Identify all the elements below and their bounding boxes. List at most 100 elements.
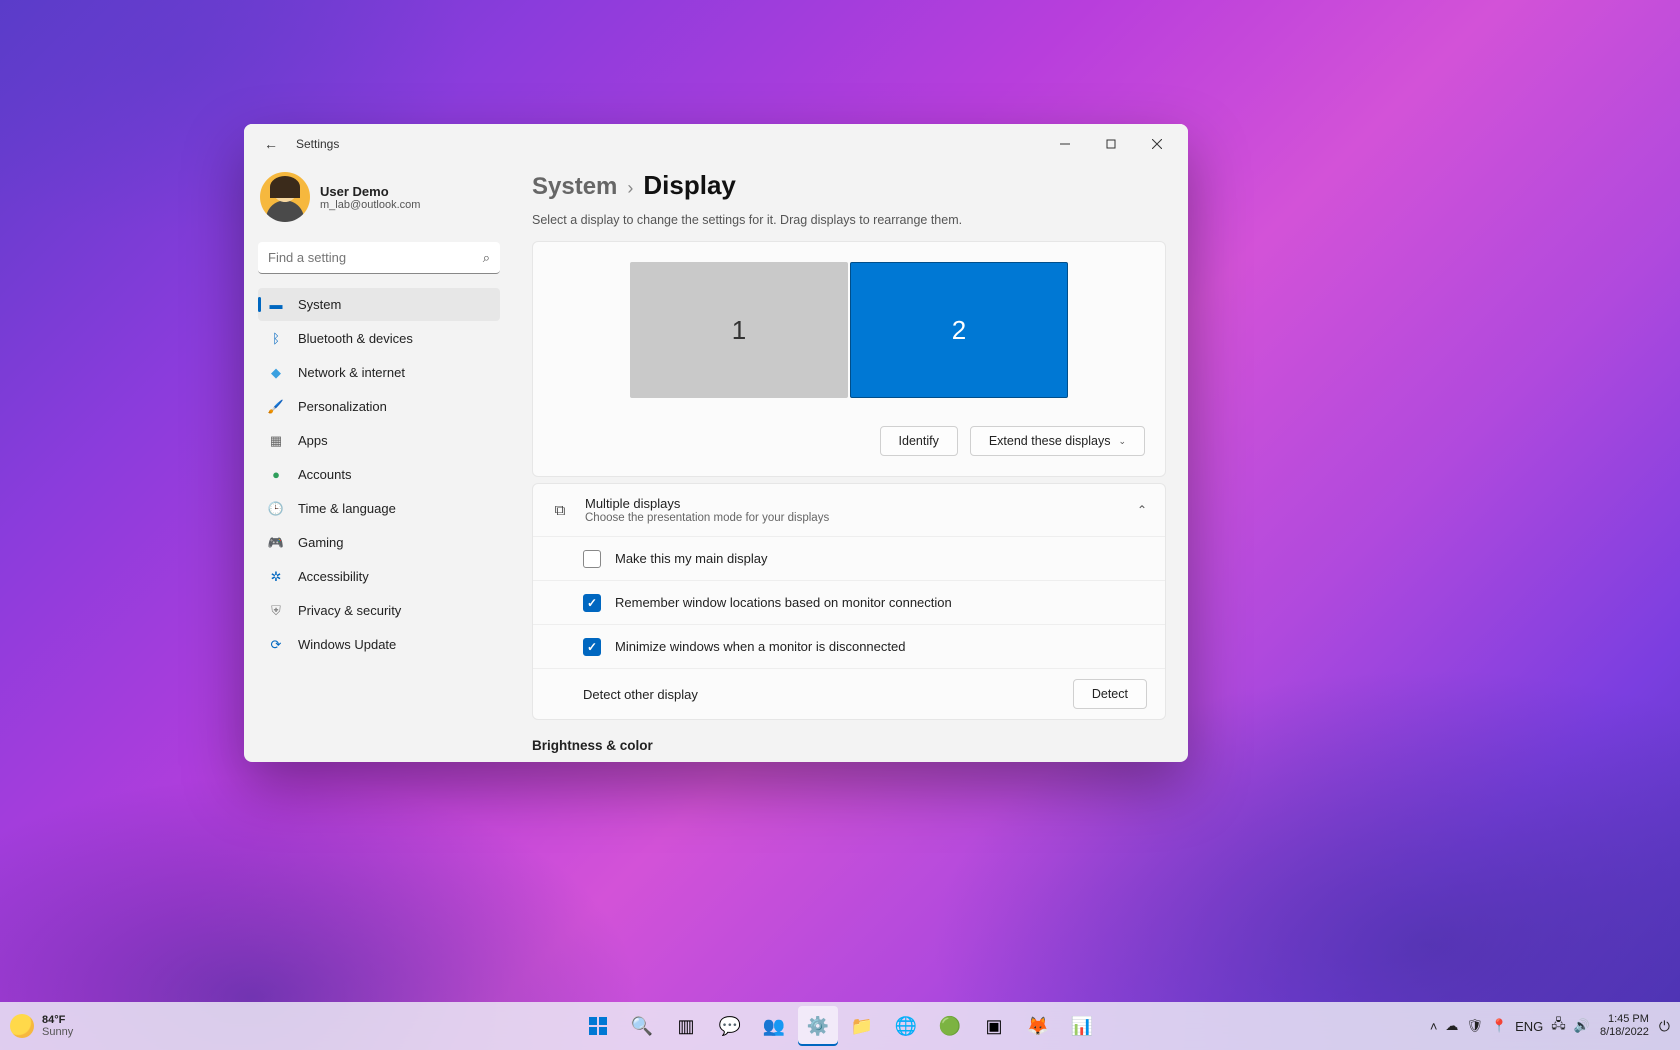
sidebar-item-privacy[interactable]: ⛨ Privacy & security xyxy=(258,594,500,627)
tray-network-icon[interactable]: 🖧 xyxy=(1551,1015,1566,1037)
taskbar-app-edge[interactable]: 🌐 xyxy=(886,1006,926,1046)
breadcrumb: System › Display xyxy=(532,170,1166,201)
display-mode-dropdown[interactable]: Extend these displays⌄ xyxy=(970,426,1145,456)
taskbar-tray: ˄ ☁ 🛡 📍 ENG 🖧 🔊 1:45 PM 8/18/2022 ⏻ xyxy=(1430,1013,1670,1039)
multiple-displays-header[interactable]: ⧉ Multiple displays Choose the presentat… xyxy=(533,484,1165,536)
sidebar-item-personalization[interactable]: 🖌️Personalization xyxy=(258,390,500,423)
sidebar-item-network[interactable]: ◆ Network & internet xyxy=(258,356,500,389)
monitor-arrangement[interactable]: 1 2 xyxy=(553,262,1145,398)
minimize-button[interactable] xyxy=(1042,128,1088,160)
sidebar-item-time[interactable]: 🕒 Time & language xyxy=(258,492,500,525)
option-label: Make this my main display xyxy=(615,551,1147,566)
monitor-2[interactable]: 2 xyxy=(850,262,1068,398)
row-title: Multiple displays xyxy=(585,496,1121,511)
search-button[interactable]: 🔍 xyxy=(622,1006,662,1046)
tray-location-icon[interactable]: 📍 xyxy=(1491,1018,1507,1034)
monitor-icon: ▬ xyxy=(268,297,284,313)
profile-email: m_lab@outlook.com xyxy=(320,199,420,211)
sidebar-item-label: Network & internet xyxy=(298,365,405,380)
taskbar-app-chat[interactable]: 💬 xyxy=(710,1006,750,1046)
multiple-displays-panel: ⧉ Multiple displays Choose the presentat… xyxy=(532,483,1166,720)
row-subtitle: Choose the presentation mode for your di… xyxy=(585,512,1121,524)
tray-language[interactable]: ENG xyxy=(1515,1019,1543,1034)
profile-name: User Demo xyxy=(320,184,420,199)
settings-window: ← Settings User Demo m_lab@outlook.com ⌕ xyxy=(244,124,1188,762)
weather-cond: Sunny xyxy=(42,1026,73,1038)
main-content: System › Display Select a display to cha… xyxy=(510,164,1188,762)
apps-icon: ▦ xyxy=(268,433,284,449)
update-icon: ⟳ xyxy=(268,637,284,653)
network-icon: ◆ xyxy=(268,365,284,381)
taskbar-center: 🔍 ▥ 💬 👥 ⚙️ 📁 🌐 🟢 ▣ 🦊 📊 xyxy=(578,1006,1102,1046)
sidebar-item-label: Privacy & security xyxy=(298,603,401,618)
sidebar-item-label: Gaming xyxy=(298,535,344,550)
taskbar-app-teams[interactable]: 👥 xyxy=(754,1006,794,1046)
sidebar: User Demo m_lab@outlook.com ⌕ ▬ System ᛒB… xyxy=(244,164,510,762)
search-box[interactable]: ⌕ xyxy=(258,242,500,274)
option-label: Minimize windows when a monitor is disco… xyxy=(615,639,1147,654)
sidebar-item-label: Time & language xyxy=(298,501,396,516)
breadcrumb-parent[interactable]: System xyxy=(532,173,617,201)
gamepad-icon: 🎮 xyxy=(268,535,284,551)
weather-widget[interactable]: 84°F Sunny xyxy=(10,1014,73,1038)
globe-icon: 🕒 xyxy=(268,501,284,517)
monitor-1[interactable]: 1 xyxy=(630,262,848,398)
weather-temp: 84°F xyxy=(42,1014,73,1026)
sidebar-item-label: Apps xyxy=(298,433,328,448)
option-minimize-disconnect[interactable]: Minimize windows when a monitor is disco… xyxy=(533,624,1165,668)
tray-notifications-icon[interactable]: ⏻ xyxy=(1659,1018,1670,1035)
tray-security-icon[interactable]: 🛡 xyxy=(1466,1018,1483,1034)
sidebar-item-bluetooth[interactable]: ᛒBluetooth & devices xyxy=(258,322,500,355)
task-view-button[interactable]: ▥ xyxy=(666,1006,706,1046)
start-button[interactable] xyxy=(578,1006,618,1046)
taskbar-clock[interactable]: 1:45 PM 8/18/2022 xyxy=(1600,1013,1649,1039)
taskbar-app-explorer[interactable]: 📁 xyxy=(842,1006,882,1046)
profile-card[interactable]: User Demo m_lab@outlook.com xyxy=(258,168,500,236)
checkbox-remember-window[interactable] xyxy=(583,594,601,612)
display-arrangement-panel: 1 2 Identify Extend these displays⌄ xyxy=(532,241,1166,477)
sidebar-item-label: Accessibility xyxy=(298,569,369,584)
option-label: Remember window locations based on monit… xyxy=(615,595,1147,610)
checkbox-minimize-disconnect[interactable] xyxy=(583,638,601,656)
sidebar-item-accounts[interactable]: ● Accounts xyxy=(258,458,500,491)
section-heading-brightness: Brightness & color xyxy=(532,738,1166,753)
sidebar-item-label: Accounts xyxy=(298,467,351,482)
page-title: Display xyxy=(643,170,736,201)
chevron-down-icon: ⌄ xyxy=(1118,436,1126,447)
option-label: Detect other display xyxy=(583,687,1059,702)
taskbar-app-edge-canary[interactable]: 🟢 xyxy=(930,1006,970,1046)
chevron-up-icon: ⌃ xyxy=(1137,503,1147,517)
sidebar-item-update[interactable]: ⟳Windows Update xyxy=(258,628,500,661)
search-icon: ⌕ xyxy=(483,250,490,266)
tray-chevron-icon[interactable]: ˄ xyxy=(1430,1019,1438,1034)
sidebar-item-gaming[interactable]: 🎮 Gaming xyxy=(258,526,500,559)
window-title: Settings xyxy=(296,137,339,151)
brush-icon: 🖌️ xyxy=(268,399,284,415)
chevron-right-icon: › xyxy=(627,178,633,199)
detect-button[interactable]: Detect xyxy=(1073,679,1147,709)
shield-icon: ⛨ xyxy=(268,603,284,619)
taskbar-app-firefox[interactable]: 🦊 xyxy=(1018,1006,1058,1046)
maximize-button[interactable] xyxy=(1088,128,1134,160)
sidebar-item-accessibility[interactable]: ✲ Accessibility xyxy=(258,560,500,593)
person-icon: ● xyxy=(268,467,284,483)
tray-onedrive-icon[interactable]: ☁ xyxy=(1445,1018,1458,1034)
sidebar-item-label: System xyxy=(298,297,341,312)
checkbox-main-display[interactable] xyxy=(583,550,601,568)
option-detect-display: Detect other display Detect xyxy=(533,668,1165,719)
search-input[interactable] xyxy=(258,242,500,274)
option-remember-window[interactable]: Remember window locations based on monit… xyxy=(533,580,1165,624)
taskbar-app-settings[interactable]: ⚙️ xyxy=(798,1006,838,1046)
tray-volume-icon[interactable]: 🔊 xyxy=(1574,1018,1590,1034)
page-hint: Select a display to change the settings … xyxy=(532,213,1166,227)
sidebar-item-apps[interactable]: ▦ Apps xyxy=(258,424,500,457)
close-button[interactable] xyxy=(1134,128,1180,160)
avatar xyxy=(260,172,310,222)
option-main-display[interactable]: Make this my main display xyxy=(533,536,1165,580)
taskbar-app-other[interactable]: 📊 xyxy=(1062,1006,1102,1046)
sidebar-item-system[interactable]: ▬ System xyxy=(258,288,500,321)
taskbar-app-terminal[interactable]: ▣ xyxy=(974,1006,1014,1046)
accessibility-icon: ✲ xyxy=(268,569,284,585)
identify-button[interactable]: Identify xyxy=(880,426,958,456)
back-button[interactable]: ← xyxy=(260,132,282,156)
